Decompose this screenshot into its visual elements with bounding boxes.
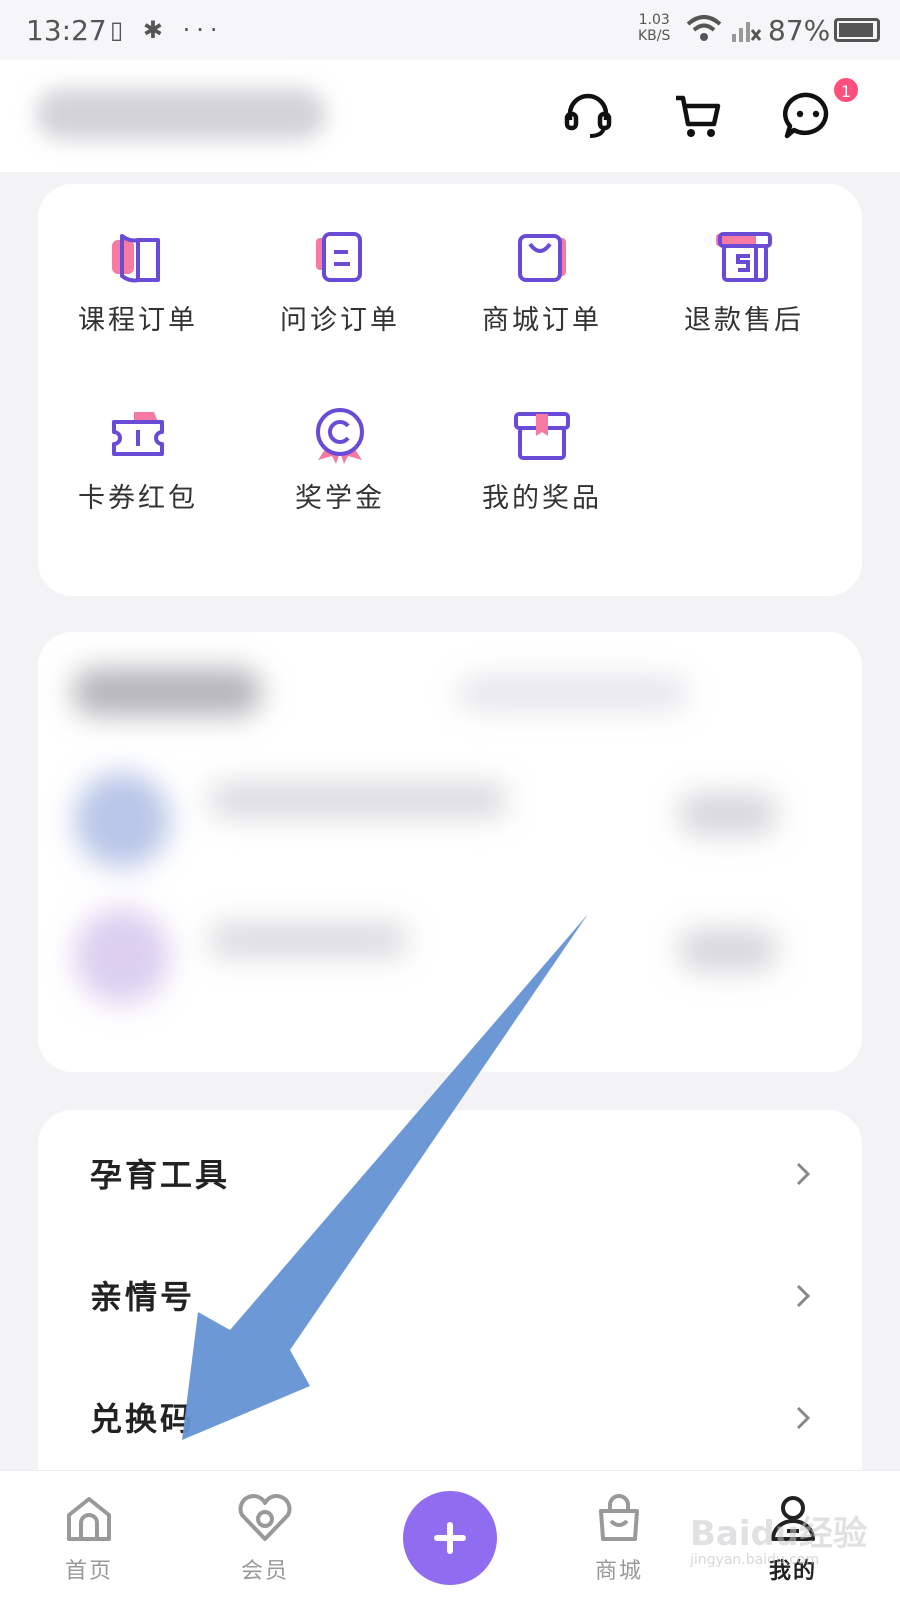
book-icon: [112, 234, 160, 283]
blurred-subtitle: [458, 676, 688, 710]
nav-mall[interactable]: 商城: [564, 1493, 674, 1585]
gift-box-icon: [514, 412, 570, 460]
blurred-value: [678, 928, 778, 972]
status-time: 13:27: [26, 14, 107, 47]
profile-header: [0, 60, 900, 172]
blurred-text: [208, 782, 508, 818]
chevron-right-icon: [796, 1406, 811, 1430]
menu-card: 孕育工具 亲情号 兑换码: [38, 1110, 862, 1510]
medal-icon: [316, 408, 364, 464]
chat-icon[interactable]: [782, 90, 834, 142]
scholarship-item[interactable]: 奖学金: [240, 406, 440, 556]
heart-icon: [238, 1494, 292, 1541]
refund-box-icon: [716, 232, 772, 282]
signal-icon: [732, 22, 762, 42]
menu-label: 孕育工具: [90, 1156, 231, 1194]
watermark: Baidu经验: [690, 1514, 868, 1554]
nav-label: 会员: [240, 1559, 289, 1584]
profile-name-blurred[interactable]: [36, 88, 326, 140]
network-speed: 1.03 KB/S: [638, 12, 671, 44]
mall-orders-item[interactable]: 商城订单: [442, 228, 642, 378]
prizes-item[interactable]: 我的奖品: [442, 406, 642, 556]
grid-label: 商城订单: [482, 305, 602, 336]
menu-label: 亲情号: [90, 1278, 196, 1316]
headset-icon[interactable]: [562, 90, 614, 142]
blurred-title: [72, 668, 262, 716]
grid-label: 课程订单: [78, 305, 198, 336]
grid-label: 退款售后: [684, 305, 804, 336]
grid-label: 奖学金: [295, 483, 385, 514]
watermark-sub: jingyan.baidu.com: [690, 1552, 820, 1568]
consult-orders-item[interactable]: 问诊订单: [240, 228, 440, 378]
menu-item-parenting-tools[interactable]: 孕育工具: [38, 1124, 862, 1224]
battery-icon: [834, 18, 880, 42]
wifi-icon: [686, 15, 722, 41]
status-bar: 13:27 ▯ ✱ ··· 1.03 KB/S 87%: [0, 0, 900, 60]
grid-label: 卡券红包: [78, 483, 198, 514]
blurred-content-card: [38, 632, 862, 1072]
battery-percent: 87%: [768, 14, 831, 47]
refund-item[interactable]: 退款售后: [644, 228, 844, 378]
coupon-icon: [112, 412, 164, 456]
menu-label: 兑换码: [90, 1400, 196, 1438]
chevron-right-icon: [796, 1284, 811, 1308]
menu-item-redeem-code[interactable]: 兑换码: [38, 1368, 862, 1468]
add-button[interactable]: [403, 1491, 497, 1585]
menu-item-family-account[interactable]: 亲情号: [38, 1246, 862, 1346]
nav-home[interactable]: 首页: [34, 1493, 144, 1585]
blurred-value: [678, 792, 778, 836]
nav-label: 商城: [594, 1559, 643, 1584]
blurred-avatar: [74, 908, 170, 1004]
shopping-bag-icon: [518, 234, 566, 282]
shop-bag-icon: [599, 1494, 639, 1541]
blurred-text: [208, 922, 408, 958]
blurred-avatar: [74, 772, 170, 868]
chevron-right-icon: [796, 1162, 811, 1186]
orders-card: 课程订单 问诊订单 商城订单 退款售后 卡券红包 奖学金 我的奖品: [38, 184, 862, 596]
grid-label: 我的奖品: [482, 483, 602, 514]
grid-label: 问诊订单: [280, 305, 400, 336]
course-orders-item[interactable]: 课程订单: [38, 228, 238, 378]
cart-icon[interactable]: [672, 90, 724, 142]
vibrate-bluetooth-icons: ▯ ✱ ···: [110, 16, 224, 44]
nav-label: 首页: [64, 1559, 113, 1584]
home-icon: [67, 1497, 111, 1541]
coupon-item[interactable]: 卡券红包: [38, 406, 238, 556]
message-badge: 1: [832, 76, 860, 104]
document-icon: [316, 232, 362, 282]
nav-member[interactable]: 会员: [210, 1493, 320, 1585]
